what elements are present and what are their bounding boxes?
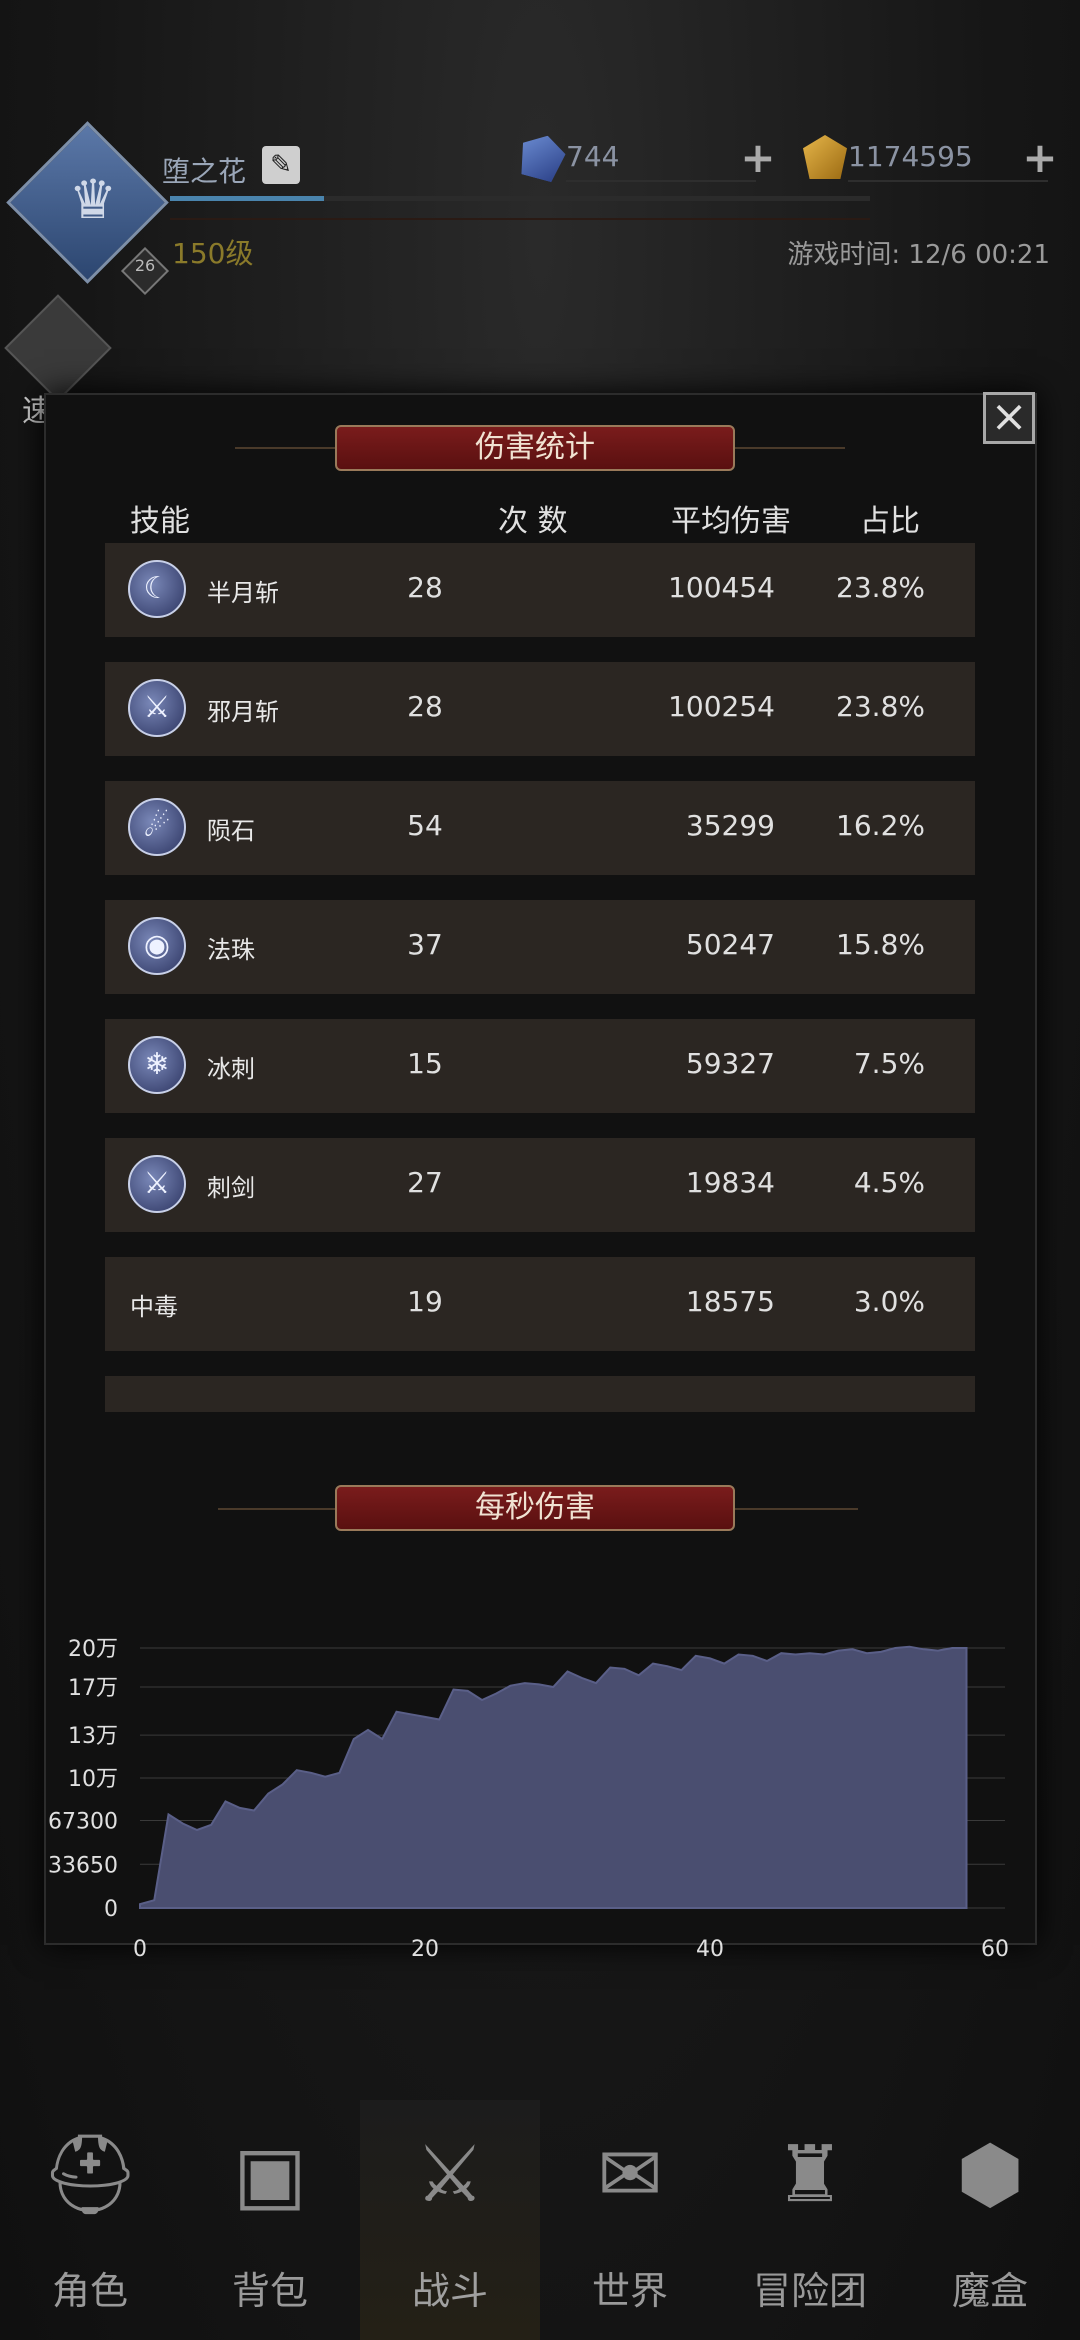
skill-list[interactable]: ☾ 半月斩 28 100454 23.8% ⚔ 邪月斩 28 100254 23… xyxy=(105,540,975,1412)
sword-icon: ⚔ xyxy=(128,1155,186,1213)
avatar-badge-text: 26 xyxy=(134,256,156,275)
meteor-icon: ☄ xyxy=(128,798,186,856)
castle-icon: ♜ xyxy=(775,2130,845,2220)
nav-item-world[interactable]: ✉ 世界 xyxy=(540,2100,720,2340)
close-button[interactable]: × xyxy=(983,392,1035,444)
orb-icon: ◉ xyxy=(128,917,186,975)
skill-avg-damage: 59327 xyxy=(685,1047,775,1080)
avatar-portrait-icon: ♛ xyxy=(68,168,118,231)
skill-count: 28 xyxy=(407,690,443,723)
list-item: ⚔ 刺剑 27 19834 4.5% xyxy=(105,1138,975,1232)
gold-icon xyxy=(803,135,847,179)
gold-count: 1174595 xyxy=(848,140,973,173)
crescent-moon-icon: ☾ xyxy=(128,560,186,618)
skill-name: 刺剑 xyxy=(207,1174,255,1202)
header-avg: 平均伤害 xyxy=(671,504,791,539)
skill-count: 15 xyxy=(407,1047,443,1080)
edit-name-icon[interactable]: ✎ xyxy=(262,146,300,184)
skill-count: 27 xyxy=(407,1166,443,1199)
skill-percent: 4.5% xyxy=(853,1166,925,1199)
backpack-icon: ▣ xyxy=(233,2130,307,2220)
skill-avg-damage: 18575 xyxy=(685,1285,775,1318)
gem-underline xyxy=(566,180,756,182)
gold-underline xyxy=(848,180,1048,182)
add-gold-button[interactable]: + xyxy=(1020,137,1060,179)
header-pct: 占比 xyxy=(860,504,920,539)
skill-name: 法珠 xyxy=(207,936,255,964)
nav-label: 冒险团 xyxy=(752,2269,867,2313)
skill-percent: 23.8% xyxy=(836,571,925,604)
magic-box-icon: ⬢ xyxy=(955,2130,1025,2220)
player-level: 150级 xyxy=(172,237,254,270)
header-count: 次 数 xyxy=(498,504,568,539)
player-name: 堕之花 xyxy=(162,155,247,188)
header-skill: 技能 xyxy=(130,504,190,539)
nav-label: 角色 xyxy=(51,2269,128,2313)
bottom-nav: ⛑ 角色 ▣ 背包 ⚔ 战斗 ✉ 世界 ♜ 冒险团 ⬢ 魔盒 xyxy=(0,2100,1080,2340)
list-item: ◉ 法珠 37 50247 15.8% xyxy=(105,900,975,994)
shield-sword-icon: ⚔ xyxy=(415,2130,485,2220)
helmet-icon: ⛑ xyxy=(40,2130,140,2220)
nav-label: 背包 xyxy=(231,2269,308,2313)
skill-count: 28 xyxy=(407,571,443,604)
ice-spike-icon: ❄ xyxy=(128,1036,186,1094)
nav-label: 战斗 xyxy=(411,2269,488,2313)
nav-item-battle[interactable]: ⚔ 战斗 xyxy=(360,2100,540,2340)
skill-name: 半月斩 xyxy=(207,579,279,607)
list-item: 中毒 19 18575 3.0% xyxy=(105,1257,975,1351)
nav-label: 魔盒 xyxy=(951,2269,1028,2313)
map-scroll-icon: ✉ xyxy=(597,2130,663,2220)
list-item: ☄ 陨石 54 35299 16.2% xyxy=(105,781,975,875)
skill-percent: 15.8% xyxy=(836,928,925,961)
damage-stats-title: 伤害统计 xyxy=(335,425,735,471)
sword-icon: ⚔ xyxy=(128,679,186,737)
skill-count: 19 xyxy=(407,1285,443,1318)
nav-item-guild[interactable]: ♜ 冒险团 xyxy=(720,2100,900,2340)
secondary-bar xyxy=(170,218,870,220)
gem-icon xyxy=(515,130,569,184)
skill-avg-damage: 35299 xyxy=(685,809,775,842)
skill-name: 冰刺 xyxy=(207,1055,255,1083)
list-item: ☾ 半月斩 28 100454 23.8% xyxy=(105,543,975,637)
skill-percent: 16.2% xyxy=(836,809,925,842)
xp-bar xyxy=(170,196,870,201)
skill-percent: 3.0% xyxy=(853,1285,925,1318)
skill-avg-damage: 50247 xyxy=(685,928,775,961)
list-item: ❄ 冰刺 15 59327 7.5% xyxy=(105,1019,975,1113)
list-item: ⚔ 邪月斩 28 100254 23.8% xyxy=(105,662,975,756)
skill-percent: 23.8% xyxy=(836,690,925,723)
skill-name: 陨石 xyxy=(207,817,255,845)
skill-name: 邪月斩 xyxy=(207,698,279,726)
game-time: 游戏时间: 12/6 00:21 xyxy=(787,240,1050,270)
nav-item-magic-box[interactable]: ⬢ 魔盒 xyxy=(900,2100,1080,2340)
skill-count: 37 xyxy=(407,928,443,961)
dps-title: 每秒伤害 xyxy=(335,1485,735,1531)
skill-avg-damage: 100254 xyxy=(668,690,775,723)
xp-fill xyxy=(170,196,324,201)
nav-item-character[interactable]: ⛑ 角色 xyxy=(0,2100,180,2340)
list-item-partial xyxy=(105,1376,975,1412)
nav-label: 世界 xyxy=(591,2269,668,2313)
nav-item-backpack[interactable]: ▣ 背包 xyxy=(180,2100,360,2340)
skill-avg-damage: 100454 xyxy=(668,571,775,604)
skill-name: 中毒 xyxy=(130,1293,178,1321)
add-gems-button[interactable]: + xyxy=(738,137,778,179)
top-bar: ♛ 26 堕之花 ✎ 150级 744 + 1174595 + 游戏时间: 12… xyxy=(0,0,1080,300)
skill-count: 54 xyxy=(407,809,443,842)
skill-percent: 7.5% xyxy=(853,1047,925,1080)
gem-count: 744 xyxy=(566,140,620,173)
skill-avg-damage: 19834 xyxy=(685,1166,775,1199)
